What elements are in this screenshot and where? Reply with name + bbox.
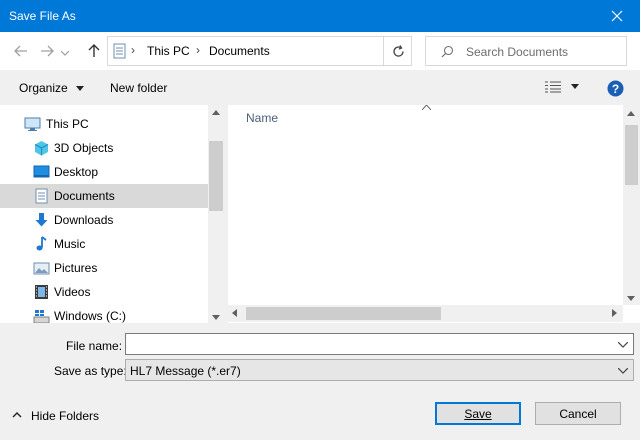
save-type-dropdown-button[interactable] [617, 363, 629, 377]
arrow-left-icon [14, 45, 27, 57]
nav-item-music[interactable]: Music [0, 232, 208, 256]
cancel-button[interactable]: Cancel [535, 402, 621, 425]
address-bar[interactable]: › This PC › Documents [107, 36, 472, 66]
drive-icon [33, 310, 50, 324]
nav-item-label: Videos [54, 285, 91, 299]
nav-item-label: Pictures [54, 261, 98, 275]
film-icon [35, 285, 48, 299]
caret-down-icon [76, 86, 85, 92]
nav-item-pictures[interactable]: Pictures [0, 256, 208, 280]
scrollbar-thumb[interactable] [625, 125, 638, 185]
nav-item-3d-objects[interactable]: 3D Objects [0, 136, 208, 160]
download-arrow-icon [35, 213, 48, 227]
column-header-name[interactable]: Name [246, 111, 278, 125]
breadcrumb-this-pc[interactable]: This PC [147, 44, 190, 58]
breadcrumb-documents[interactable]: Documents [209, 44, 270, 58]
cube-icon [34, 141, 49, 156]
save-type-label: Save as type: [54, 364, 127, 378]
search-input[interactable]: Search Documents [466, 45, 568, 59]
forward-button[interactable] [37, 41, 57, 61]
scroll-down-icon[interactable] [212, 312, 220, 322]
toolbar: Organize New folder ? [0, 72, 640, 104]
chevron-down-icon [617, 367, 629, 374]
up-button[interactable] [84, 41, 104, 61]
nav-item-this-pc[interactable]: This PC [0, 112, 208, 136]
nav-item-videos[interactable]: Videos [0, 280, 208, 304]
nav-item-label: Downloads [54, 213, 114, 227]
nav-item-label: Music [54, 237, 86, 251]
desktop-icon [33, 165, 50, 178]
details-view-icon [545, 81, 561, 93]
save-type-value: HL7 Message (*.er7) [130, 364, 241, 378]
save-button-label: Save [464, 406, 492, 421]
search-box[interactable]: Search Documents [425, 36, 627, 66]
title-bar: Save File As [0, 0, 640, 32]
close-button[interactable] [594, 0, 640, 32]
nav-item-label: Desktop [54, 165, 99, 179]
refresh-button[interactable] [383, 36, 412, 66]
nav-item-label: This PC [46, 117, 89, 131]
scroll-up-icon[interactable] [627, 108, 635, 118]
close-icon [611, 10, 623, 22]
organize-button[interactable]: Organize [19, 81, 85, 95]
scroll-up-icon[interactable] [212, 107, 220, 117]
nav-item-desktop[interactable]: Desktop [0, 160, 208, 184]
nav-item-label: Windows (C:) [54, 309, 127, 323]
document-icon [113, 43, 126, 59]
refresh-icon [392, 44, 404, 57]
file-name-label: File name: [66, 339, 123, 353]
search-icon [441, 45, 454, 58]
file-name-field[interactable] [125, 333, 634, 355]
computer-icon [24, 117, 41, 131]
organize-label: Organize [19, 81, 68, 95]
save-button[interactable]: Save [435, 402, 521, 425]
window-title: Save File As [9, 9, 76, 23]
document-icon [35, 188, 48, 204]
music-note-icon [36, 236, 47, 251]
nav-pane-scrollbar[interactable] [208, 105, 224, 323]
scroll-right-icon[interactable] [612, 309, 617, 319]
chevron-down-icon [61, 50, 69, 56]
file-list-pane: Name [228, 105, 640, 323]
help-button[interactable]: ? [607, 80, 624, 100]
scroll-left-icon[interactable] [232, 309, 237, 319]
file-list-vertical-scrollbar[interactable] [623, 105, 640, 305]
nav-item-label: Documents [54, 189, 115, 203]
chevron-right-icon: › [196, 43, 200, 57]
save-type-select[interactable]: HL7 Message (*.er7) [125, 359, 634, 381]
scrollbar-thumb[interactable] [209, 141, 223, 211]
arrow-up-icon [88, 44, 100, 57]
view-options-button[interactable] [545, 81, 580, 96]
scroll-down-icon[interactable] [627, 293, 635, 303]
svg-text:?: ? [612, 82, 619, 96]
help-icon: ? [607, 80, 624, 97]
chevron-down-icon [617, 341, 629, 348]
chevron-up-icon [12, 412, 22, 418]
file-list-horizontal-scrollbar[interactable] [228, 305, 623, 322]
navigation-pane: This PC 3D Objects Desktop Documents Dow… [0, 105, 224, 324]
new-folder-button[interactable]: New folder [110, 81, 167, 95]
caret-down-icon [571, 84, 580, 89]
nav-item-documents[interactable]: Documents [0, 184, 208, 208]
nav-item-downloads[interactable]: Downloads [0, 208, 208, 232]
scrollbar-thumb[interactable] [246, 307, 441, 320]
file-name-dropdown-button[interactable] [617, 337, 629, 351]
recent-locations-button[interactable] [59, 43, 71, 63]
chevron-right-icon: › [131, 43, 135, 57]
back-button[interactable] [11, 41, 31, 61]
picture-icon [33, 262, 50, 275]
nav-item-label: 3D Objects [54, 141, 114, 155]
hide-folders-label: Hide Folders [31, 409, 100, 423]
arrow-right-icon [41, 45, 54, 57]
cancel-button-label: Cancel [559, 406, 597, 421]
